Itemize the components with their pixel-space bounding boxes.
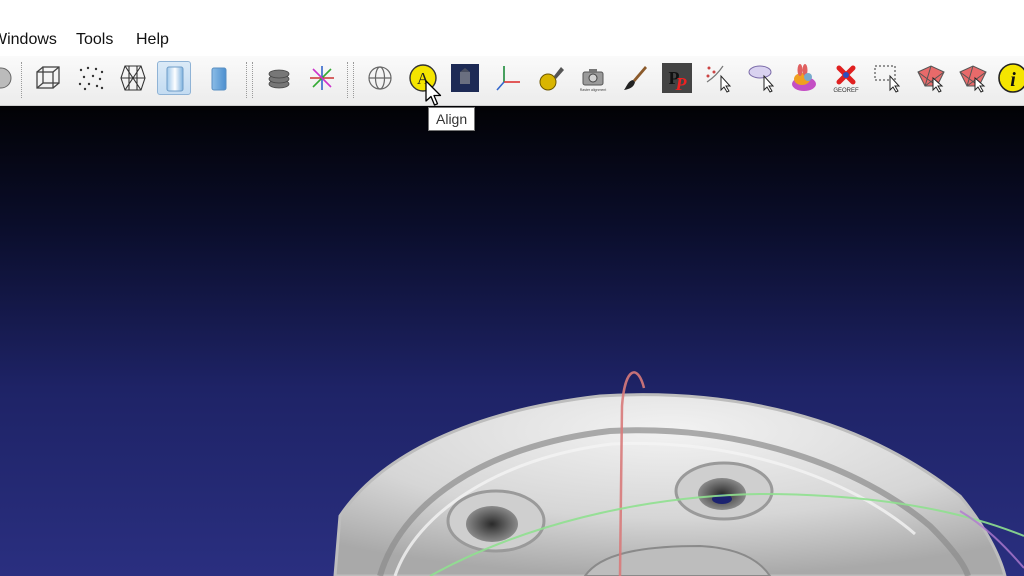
decorations-button[interactable] (305, 61, 339, 95)
select-faces-rect-button[interactable] (871, 61, 905, 95)
mesh-hole-left (446, 489, 546, 553)
trackball-button[interactable] (363, 61, 397, 95)
sphere-icon (0, 67, 12, 89)
select-connected-button[interactable] (956, 61, 990, 95)
svg-text:P: P (675, 74, 688, 94)
layers-button[interactable] (262, 61, 296, 95)
select-rect-icon (874, 65, 901, 93)
mouse-cursor-icon (425, 80, 442, 106)
menu-help[interactable]: Help (136, 31, 169, 49)
bunny-select-button[interactable] (787, 61, 821, 95)
select-points-icon (706, 65, 732, 93)
red-mesh-icon (959, 65, 987, 93)
layers-icon (268, 69, 290, 89)
info-button[interactable]: i (996, 61, 1024, 95)
xyz-axis-icon (496, 66, 520, 91)
points-icon (78, 66, 104, 91)
camera-icon: Raster alignment (580, 69, 606, 92)
points-button[interactable] (74, 61, 108, 95)
toolbar-separator (252, 62, 254, 98)
toolbar-separator (353, 62, 355, 98)
toolbar-separator (347, 62, 349, 98)
manipulator-button[interactable] (533, 61, 567, 95)
mesh-render (333, 371, 1024, 576)
globe-icon (368, 66, 392, 90)
georef-icon: GEOREF (833, 65, 859, 94)
svg-text:GEOREF: GEOREF (833, 88, 859, 94)
toolbar-separator (21, 62, 23, 98)
cylinder-icon (166, 66, 184, 92)
svg-text:Raster alignment: Raster alignment (580, 88, 606, 92)
3d-viewport[interactable] (0, 106, 1024, 576)
paint-button[interactable] (618, 61, 652, 95)
red-mesh-select-icon (917, 65, 945, 93)
edit-select-area-button[interactable] (745, 61, 779, 95)
align-tooltip: Align (428, 107, 476, 131)
flat-shading-button[interactable] (157, 61, 191, 95)
menu-windows[interactable]: Windows (0, 31, 57, 49)
mesh-hole-right (674, 461, 774, 521)
raster-alignment-button[interactable]: Raster alignment (576, 61, 610, 95)
wireframe-button[interactable] (116, 61, 150, 95)
paintbrush-icon (624, 66, 647, 90)
bbox-cube-icon (36, 66, 60, 89)
wireframe-icon (120, 65, 146, 91)
show-rasters-button[interactable] (448, 61, 482, 95)
tape-measure-icon (539, 67, 564, 91)
menu-tools[interactable]: Tools (76, 31, 113, 49)
view-mode-button[interactable] (0, 61, 18, 95)
georeference-button[interactable]: GEOREF (829, 61, 863, 95)
menu-bar: Windows Tools Help (0, 0, 1024, 56)
axes-star-icon (310, 66, 334, 90)
toolbar-separator (246, 62, 248, 98)
axis-button[interactable] (491, 61, 525, 95)
smooth-cylinder-icon (211, 67, 227, 91)
edit-select-points-button[interactable] (702, 61, 736, 95)
bunny-icon (792, 64, 816, 91)
select-vertices-button[interactable] (914, 61, 948, 95)
smooth-shading-button[interactable] (201, 61, 235, 95)
svg-text:i: i (1010, 69, 1016, 91)
raster-photo-icon (451, 64, 479, 92)
info-icon: i (998, 63, 1024, 93)
pick-points-button[interactable]: P P (660, 61, 694, 95)
toolbar: A Raster alignment P P GEOREF i (0, 56, 1024, 106)
bounding-box-button[interactable] (31, 61, 65, 95)
pp-icon: P P (662, 63, 692, 94)
select-area-icon (748, 65, 775, 93)
